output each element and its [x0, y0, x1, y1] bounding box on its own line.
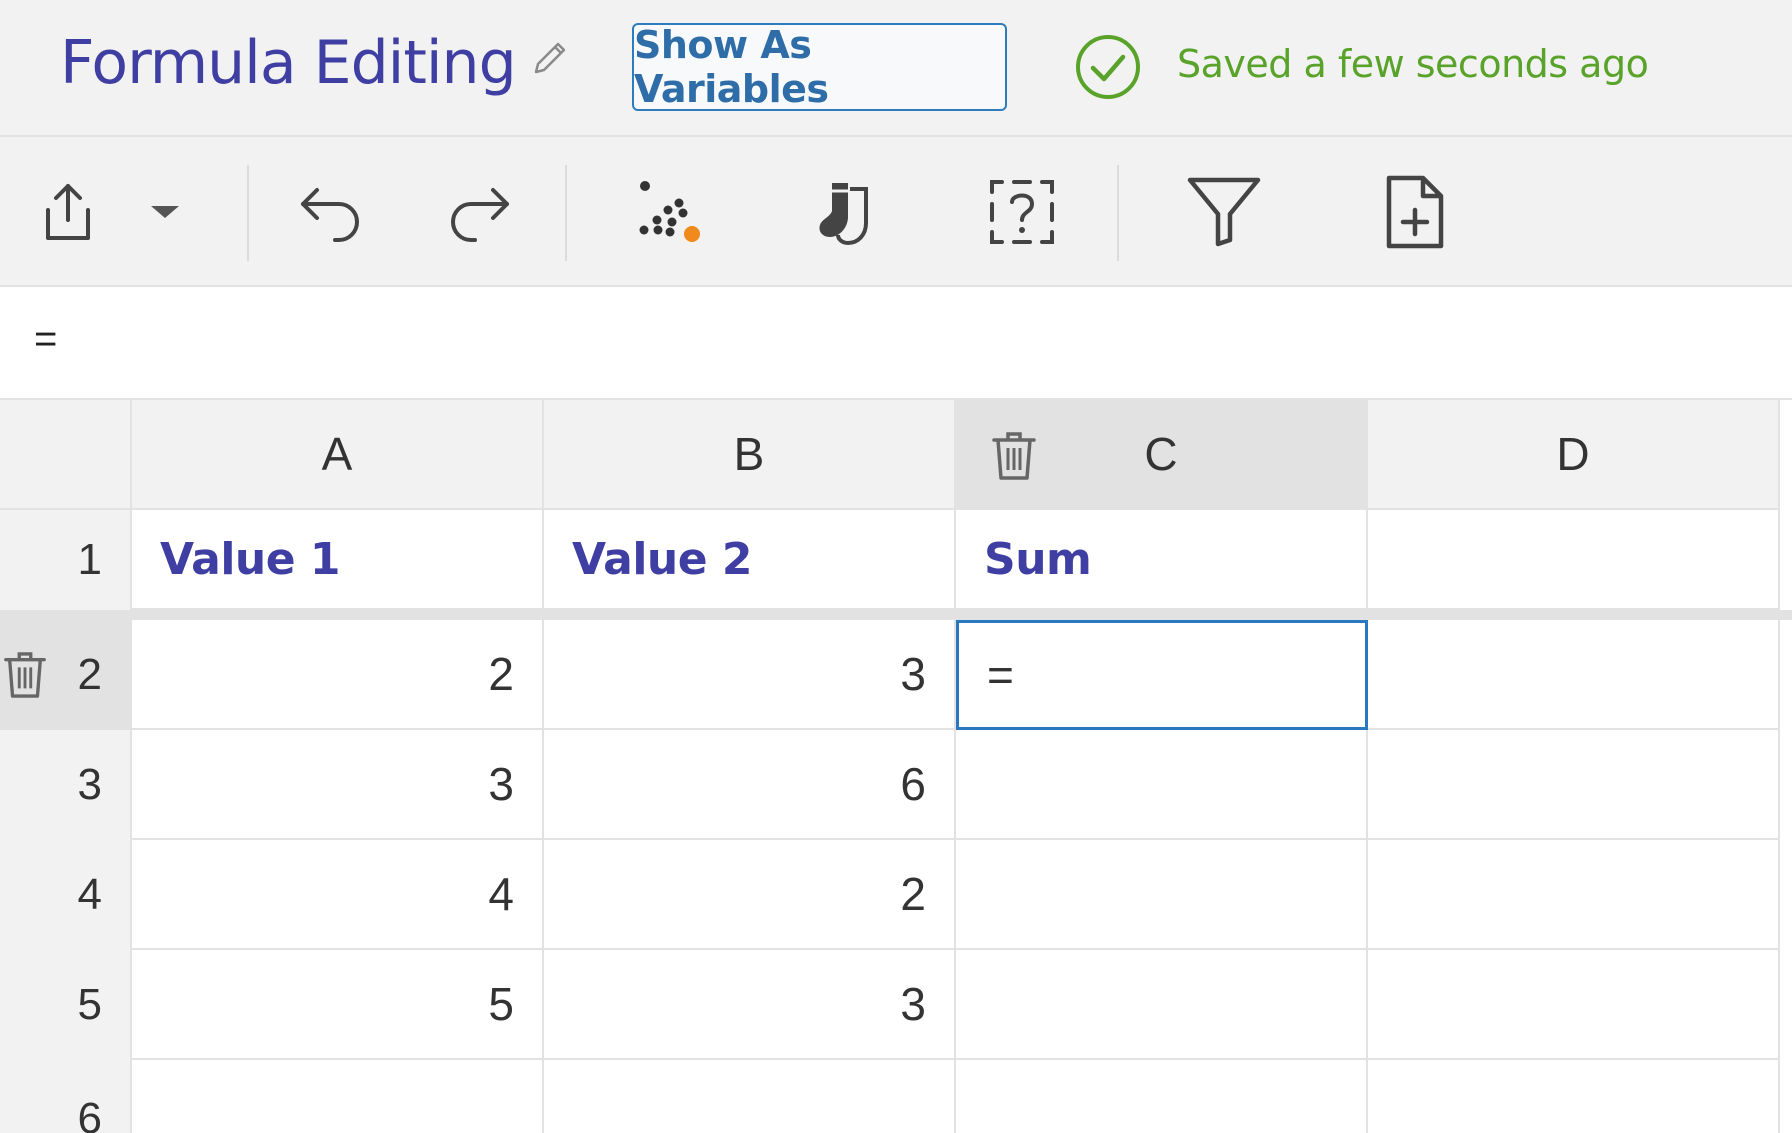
cell-d4[interactable]	[1368, 840, 1780, 950]
help-button[interactable]	[982, 137, 1062, 287]
formula-bar[interactable]: =	[0, 287, 1792, 400]
cell-d5[interactable]	[1368, 950, 1780, 1060]
undo-icon	[301, 188, 359, 242]
cell-b1[interactable]: Value 2	[544, 510, 956, 610]
cell-c3[interactable]	[956, 730, 1368, 840]
cell-d2[interactable]	[1368, 620, 1780, 730]
filter-button[interactable]	[1184, 137, 1264, 287]
toolbar-divider	[1117, 165, 1119, 261]
column-header-c-label: C	[1144, 428, 1178, 480]
share-icon	[46, 184, 90, 240]
cell-a1[interactable]: Value 1	[132, 510, 544, 610]
cell-d1[interactable]	[1368, 510, 1780, 610]
cell-a4[interactable]: 4	[132, 840, 544, 950]
column-header-d[interactable]: D	[1368, 400, 1780, 510]
share-button[interactable]	[28, 137, 108, 287]
cell-c5[interactable]	[956, 950, 1368, 1060]
column-header-b[interactable]: B	[544, 400, 956, 510]
cell-c4[interactable]	[956, 840, 1368, 950]
cell-c6[interactable]	[956, 1060, 1368, 1133]
filter-icon	[1187, 177, 1261, 247]
formula-input-value[interactable]: =	[34, 317, 57, 362]
redo-icon	[451, 188, 509, 242]
data-visualization-button[interactable]	[625, 137, 705, 287]
help-box-icon	[990, 180, 1054, 244]
cell-c2-active-editor[interactable]: =	[956, 620, 1368, 730]
redo-button[interactable]	[440, 137, 520, 287]
column-header-a[interactable]: A	[132, 400, 544, 510]
scatter-plot-icon	[639, 181, 700, 242]
edit-title-pencil-icon[interactable]	[528, 36, 572, 80]
delete-column-trash-icon[interactable]	[990, 428, 1038, 484]
row-header-1[interactable]: 1	[0, 510, 132, 610]
document-title: Formula Editing	[60, 28, 517, 98]
socks-button[interactable]	[805, 137, 885, 287]
row-header-4[interactable]: 4	[0, 840, 132, 950]
cell-d6[interactable]	[1368, 1060, 1780, 1133]
cell-b4[interactable]: 2	[544, 840, 956, 950]
frozen-row-divider	[0, 610, 1792, 620]
show-as-variables-button[interactable]: Show As Variables	[632, 23, 1007, 111]
cell-a6[interactable]	[132, 1060, 544, 1133]
dropdown-caret-icon	[151, 206, 179, 218]
share-dropdown-button[interactable]	[140, 137, 190, 287]
cell-b3[interactable]: 6	[544, 730, 956, 840]
cell-d3[interactable]	[1368, 730, 1780, 840]
add-file-icon	[1386, 175, 1444, 249]
cell-a5[interactable]: 5	[132, 950, 544, 1060]
spreadsheet-grid: A B C D 1 Value 1 Value 2 Sum 2 2 3 = 3 …	[0, 400, 1792, 1133]
grid-corner[interactable]	[0, 400, 132, 510]
app-header: Formula Editing Show As Variables Saved …	[0, 0, 1792, 137]
row-header-5[interactable]: 5	[0, 950, 132, 1060]
cell-a3[interactable]: 3	[132, 730, 544, 840]
toolbar-divider	[565, 165, 567, 261]
new-file-button[interactable]	[1375, 137, 1455, 287]
saved-check-icon	[1076, 35, 1140, 99]
row-header-6[interactable]: 6	[0, 1060, 132, 1133]
cell-b2[interactable]: 3	[544, 620, 956, 730]
undo-button[interactable]	[290, 137, 370, 287]
socks-icon	[819, 183, 868, 246]
row-header-3[interactable]: 3	[0, 730, 132, 840]
save-status-text: Saved a few seconds ago	[1177, 42, 1649, 86]
toolbar-divider	[247, 165, 249, 261]
delete-row-trash-icon[interactable]	[2, 647, 48, 703]
toolbar	[0, 137, 1792, 287]
cell-c1[interactable]: Sum	[956, 510, 1368, 610]
cell-b6[interactable]	[544, 1060, 956, 1133]
cell-b5[interactable]: 3	[544, 950, 956, 1060]
cell-a2[interactable]: 2	[132, 620, 544, 730]
